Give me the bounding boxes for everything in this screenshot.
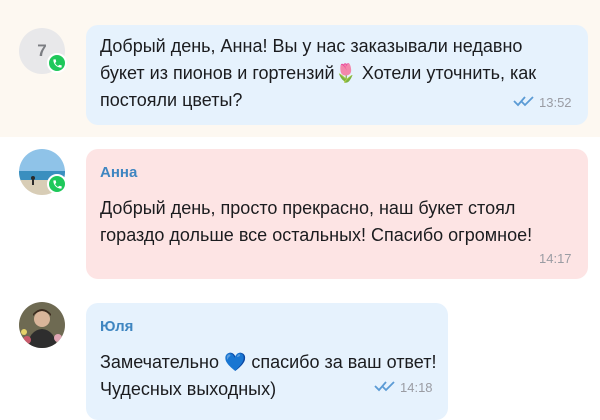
message-row-3: Юля Замечательно 💙 спасибо за ваш ответ!… [0, 290, 600, 420]
whatsapp-icon [47, 174, 67, 194]
sender-name[interactable]: Юля [100, 318, 133, 335]
person-photo-icon [19, 302, 65, 348]
whatsapp-icon [47, 53, 67, 73]
message-time: 13:52 [539, 95, 572, 110]
message-row-2: Анна Добрый день, просто прекрасно, наш … [0, 137, 600, 290]
message-line: постояли цветы? [100, 90, 243, 110]
message-line: Замечательно 💙 спасибо за ваш ответ! [100, 352, 437, 372]
sender-name[interactable]: Анна [100, 164, 137, 181]
message-time: 14:18 [400, 380, 433, 395]
message-line: букет из пионов и гортензий🌷 Хотели уточ… [100, 63, 537, 83]
double-check-icon [374, 381, 395, 392]
avatar-label: 7 [37, 41, 47, 60]
message-text: Добрый день, Анна! Вы у нас заказывали н… [100, 33, 536, 114]
message-line: гораздо дольше все остальных! Спасибо ог… [100, 225, 533, 245]
message-line: Добрый день, просто прекрасно, наш букет… [100, 198, 516, 218]
double-check-icon [513, 96, 534, 107]
message-text: Замечательно 💙 спасибо за ваш ответ! Чуд… [100, 349, 436, 403]
avatar[interactable] [19, 302, 65, 348]
message-line: Добрый день, Анна! Вы у нас заказывали н… [100, 36, 523, 56]
message-row-1: 7 Добрый день, Анна! Вы у нас заказывали… [0, 0, 600, 137]
message-text: Добрый день, просто прекрасно, наш букет… [100, 195, 532, 249]
message-time: 14:17 [539, 251, 572, 266]
